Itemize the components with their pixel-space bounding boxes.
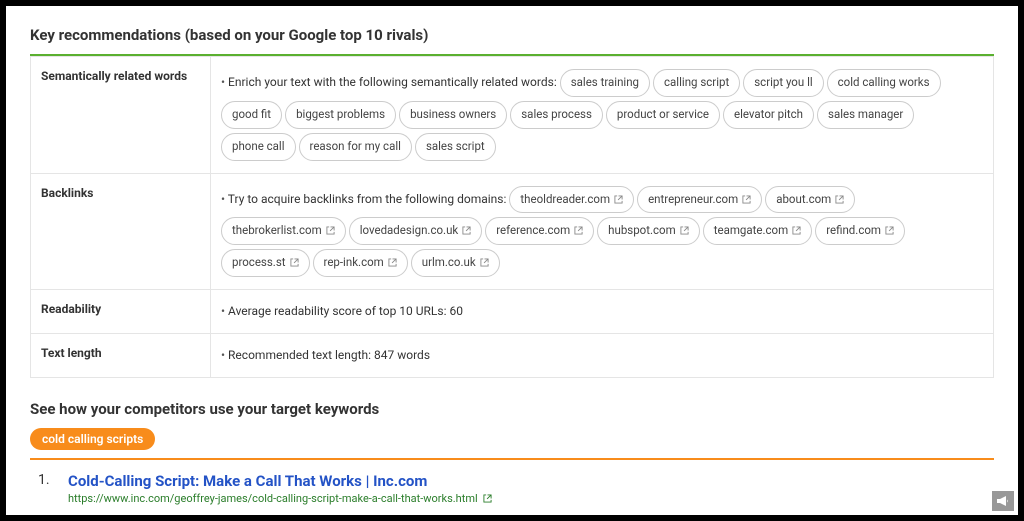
external-link-icon	[614, 195, 623, 204]
backlink-domain-pill[interactable]: entrepreneur.com	[637, 186, 762, 214]
backlink-domain-pill[interactable]: process.st	[221, 249, 310, 277]
row-content-backlinks: Try to acquire backlinks from the follow…	[211, 173, 994, 290]
backlink-domain-pill[interactable]: urlm.co.uk	[411, 249, 500, 277]
backlink-domain-pill[interactable]: rep-ink.com	[313, 249, 408, 277]
external-link-icon	[290, 258, 299, 267]
competitor-url[interactable]: https://www.inc.com/geoffrey-james/cold-…	[68, 492, 986, 505]
external-link-icon	[574, 226, 583, 235]
backlink-domain-pill[interactable]: hubspot.com	[597, 217, 700, 245]
semantic-word-pill[interactable]: elevator pitch	[723, 101, 814, 129]
external-link-icon	[388, 258, 397, 267]
row-label-textlength: Text length	[31, 333, 211, 377]
row-label-backlinks: Backlinks	[31, 173, 211, 290]
row-label-semantic: Semantically related words	[31, 57, 211, 174]
orange-divider	[30, 458, 994, 460]
semantic-word-pill[interactable]: sales script	[415, 133, 496, 161]
backlink-domain-pill[interactable]: reference.com	[485, 217, 594, 245]
backlink-domain-pill[interactable]: lovedadesign.co.uk	[349, 217, 483, 245]
backlink-domain-pill[interactable]: teamgate.com	[703, 217, 812, 245]
backlink-domain-pill[interactable]: theoldreader.com	[509, 186, 634, 214]
external-link-icon	[792, 226, 801, 235]
semantic-word-pill[interactable]: reason for my call	[299, 133, 412, 161]
semantic-intro: Enrich your text with the following sema…	[221, 75, 557, 89]
semantic-word-pill[interactable]: biggest problems	[285, 101, 396, 129]
external-link-icon	[885, 226, 894, 235]
semantic-word-pill[interactable]: sales manager	[817, 101, 914, 129]
semantic-word-pill[interactable]: good fit	[221, 101, 282, 129]
textlength-text: Recommended text length: 847 words	[221, 348, 430, 362]
backlinks-intro: Try to acquire backlinks from the follow…	[221, 192, 506, 206]
backlink-domain-pill[interactable]: refind.com	[815, 217, 905, 245]
external-link-icon	[326, 226, 335, 235]
backlink-domain-pill[interactable]: about.com	[765, 186, 855, 214]
external-link-icon	[680, 226, 689, 235]
megaphone-icon	[996, 495, 1010, 507]
row-content-readability: Average readability score of top 10 URLs…	[211, 290, 994, 334]
semantic-word-pill[interactable]: calling script	[653, 69, 740, 97]
semantic-word-pill[interactable]: cold calling works	[827, 69, 941, 97]
feedback-button[interactable]	[992, 491, 1014, 511]
readability-text: Average readability score of top 10 URLs…	[221, 304, 463, 318]
external-link-icon	[835, 195, 844, 204]
row-content-semantic: Enrich your text with the following sema…	[211, 57, 994, 174]
external-link-icon	[480, 258, 489, 267]
external-link-icon	[462, 226, 471, 235]
row-content-textlength: Recommended text length: 847 words	[211, 333, 994, 377]
semantic-word-pill[interactable]: sales process	[510, 101, 603, 129]
external-link-icon	[483, 494, 492, 503]
recommendations-table: Semantically related words Enrich your t…	[30, 56, 994, 378]
recommendations-heading: Key recommendations (based on your Googl…	[30, 26, 994, 44]
keyword-tag[interactable]: cold calling scripts	[30, 428, 155, 450]
semantic-word-pill[interactable]: script you ll	[743, 69, 823, 97]
competitor-rank: 1.	[38, 472, 54, 515]
competitor-result: 1. Cold-Calling Script: Make a Call That…	[30, 472, 994, 515]
backlink-domain-pill[interactable]: thebrokerlist.com	[221, 217, 346, 245]
semantic-word-pill[interactable]: business owners	[399, 101, 507, 129]
row-label-readability: Readability	[31, 290, 211, 334]
competitors-heading: See how your competitors use your target…	[30, 400, 994, 418]
semantic-word-pill[interactable]: product or service	[606, 101, 720, 129]
semantic-word-pill[interactable]: sales training	[560, 69, 650, 97]
semantic-word-pill[interactable]: phone call	[221, 133, 296, 161]
competitor-title-link[interactable]: Cold-Calling Script: Make a Call That Wo…	[68, 472, 986, 490]
external-link-icon	[742, 195, 751, 204]
